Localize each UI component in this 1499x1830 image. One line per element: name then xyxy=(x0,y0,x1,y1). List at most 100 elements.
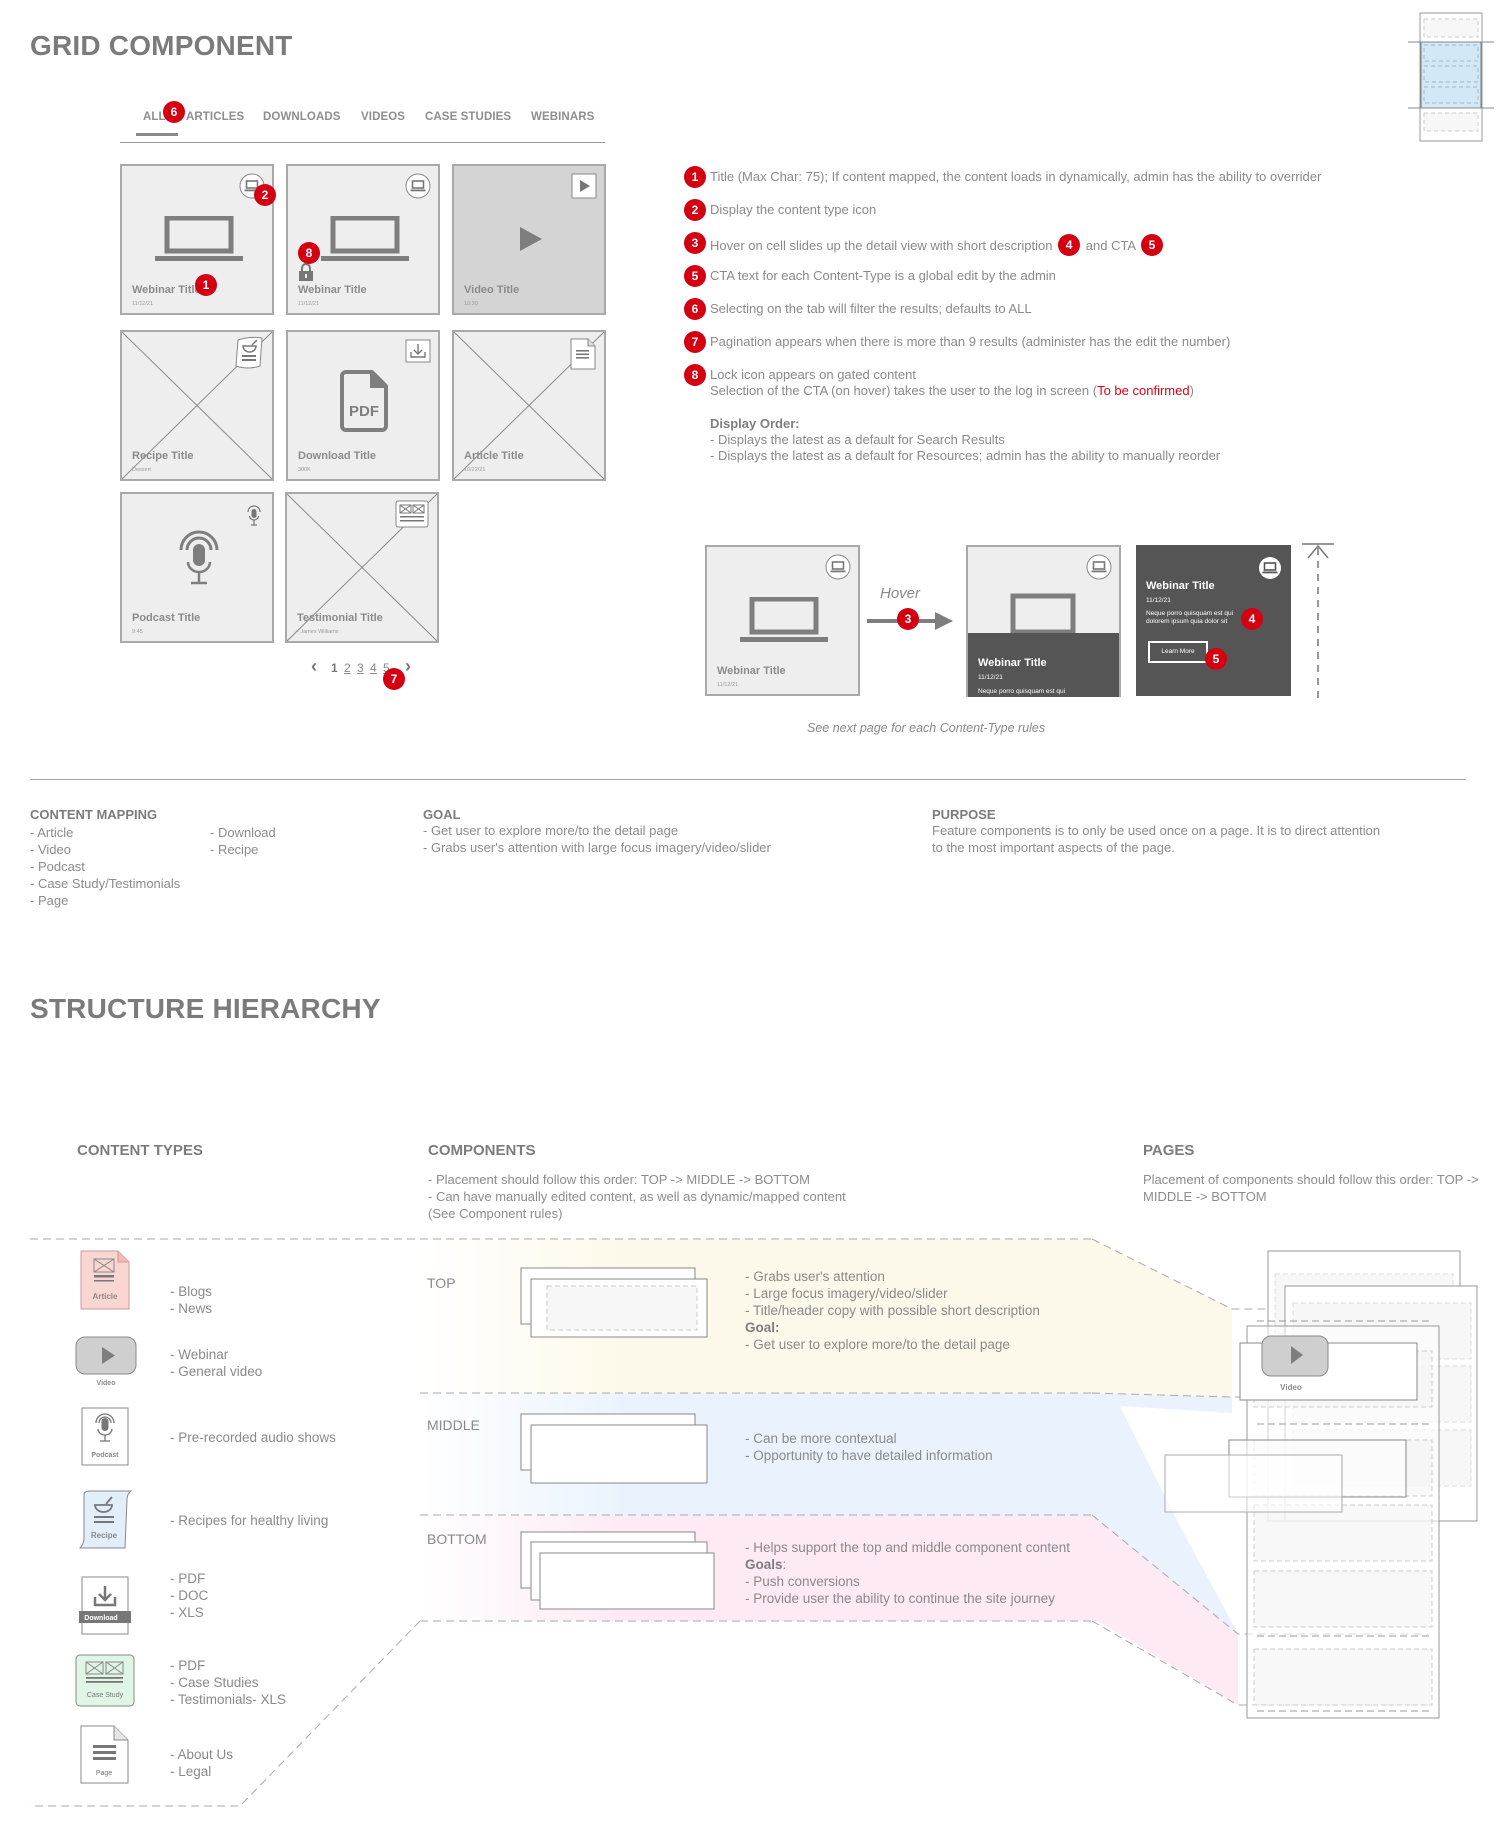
card-date: 10/22/21 xyxy=(464,467,486,473)
card-category: Dessert xyxy=(132,467,151,473)
card-date: 11/12/21 xyxy=(298,301,320,307)
list-item: - Case Studies xyxy=(170,1675,259,1690)
annotation-badge: 8 xyxy=(684,364,706,386)
note-text: Pagination appears when there is more th… xyxy=(710,334,1231,349)
page-content-type-icon: Page xyxy=(80,1725,129,1784)
annotation-badge: 2 xyxy=(254,184,276,206)
display-order-item: - Displays the latest as a default for R… xyxy=(710,448,1221,463)
previous-page-icon[interactable]: ‹ xyxy=(311,656,317,677)
grid-card-testimonial[interactable]: Testimonial Title - James Williams xyxy=(285,492,439,643)
icon-label: Case Study xyxy=(87,1692,124,1699)
list-item: - XLS xyxy=(170,1605,204,1620)
card-date: 11/12/21 xyxy=(132,301,154,307)
recipe-content-type-icon: Recipe xyxy=(78,1490,132,1549)
hover-demo-card-expanded[interactable]: Webinar Title 11/12/21 Neque porro quisq… xyxy=(1136,545,1291,696)
note-1: 1 Title (Max Char: 75); If content mappe… xyxy=(684,166,1322,188)
grid-card-recipe[interactable]: Recipe Title Dessert xyxy=(120,330,274,481)
list-item: - Testimonials- XLS xyxy=(170,1692,287,1707)
tab-videos[interactable]: VIDEOS xyxy=(361,111,405,123)
list-item: - Helps support the top and middle compo… xyxy=(745,1540,1070,1555)
list-item: - Podcast xyxy=(30,859,85,874)
case-study-description: - PDF - Case Studies - Testimonials- XLS xyxy=(170,1657,286,1708)
purpose-heading: PURPOSE xyxy=(932,807,996,822)
case-study-content-type-icon: Case Study xyxy=(75,1654,135,1707)
list-item: - Provide user the ability to continue t… xyxy=(745,1591,1055,1606)
page-3[interactable]: 3 xyxy=(357,661,364,675)
learn-more-button[interactable]: Learn More xyxy=(1148,641,1208,663)
list-item: - Get user to explore more/to the detail… xyxy=(423,823,679,838)
card-duration: 10:30 xyxy=(464,301,478,307)
icon-label: Recipe xyxy=(91,1531,118,1540)
grid-card-article[interactable]: Article Title 10/22/21 xyxy=(452,330,606,481)
note-text: Display the content type icon xyxy=(710,202,877,217)
page-1[interactable]: 1 xyxy=(331,661,338,675)
case-study-type-icon xyxy=(395,500,429,528)
page-2[interactable]: 2 xyxy=(344,661,351,675)
webinar-type-icon xyxy=(1259,557,1281,579)
tab-webinars[interactable]: WEBINARS xyxy=(531,111,594,123)
list-item: - Push conversions xyxy=(745,1574,860,1589)
article-description: - Blogs - News xyxy=(170,1283,212,1317)
grid-component-title: GRID COMPONENT xyxy=(30,30,293,61)
card-title: Article Title xyxy=(464,450,524,462)
annotation-badge: 6 xyxy=(163,101,185,123)
list-item: - Download xyxy=(210,825,276,840)
slide-up-arrow-icon xyxy=(1302,543,1334,698)
page-4[interactable]: 4 xyxy=(370,661,377,675)
page-video-label: Video xyxy=(1280,1383,1302,1392)
video-type-icon xyxy=(571,173,597,199)
annotation-badge: 2 xyxy=(684,199,706,221)
content-type-rules-caption: See next page for each Content-Type rule… xyxy=(807,721,1046,735)
list-item: - Can have manually edited content, as w… xyxy=(428,1189,846,1221)
grid-card-video[interactable]: Video Title 10:30 xyxy=(452,164,606,315)
pdf-label: PDF xyxy=(349,403,379,420)
microphone-icon xyxy=(179,530,219,585)
panel-date: 11/12/21 xyxy=(978,674,1003,681)
annotation-badge: 5 xyxy=(1205,648,1227,670)
list-item: - Title/header copy with possible short … xyxy=(745,1303,1040,1318)
note-text: ) xyxy=(1189,383,1194,398)
list-item: - Pre-recorded audio shows xyxy=(170,1430,336,1445)
grid-card-webinar-gated[interactable]: Webinar Title 11/12/21 xyxy=(286,164,440,315)
hover-demo-card-default[interactable]: Webinar Title 11/12/21 xyxy=(705,545,860,696)
note-5: 5 CTA text for each Content-Type is a gl… xyxy=(684,265,1056,287)
note-6: 6 Selecting on the tab will filter the r… xyxy=(684,298,1032,320)
play-icon xyxy=(520,227,542,251)
laptop-icon xyxy=(321,216,409,261)
list-item: - Grabs user's attention with large focu… xyxy=(423,840,771,855)
list-item: - Page xyxy=(30,893,69,908)
icon-label: Article xyxy=(93,1292,118,1301)
list-item: - Recipes for healthy living xyxy=(170,1513,329,1528)
card-duration: 9:45 xyxy=(132,629,143,635)
display-order: Display Order: - Displays the latest as … xyxy=(710,416,1220,464)
list-item: - Placement should follow this order: TO… xyxy=(428,1172,810,1187)
tab-articles[interactable]: ARTICLES xyxy=(186,111,244,123)
pdf-file-icon: PDF xyxy=(340,370,388,432)
card-title: Recipe Title xyxy=(132,450,194,462)
icon-label: Video xyxy=(97,1380,116,1387)
list-item: - Get user to explore more/to the detail… xyxy=(745,1337,1010,1352)
list-item: - PDF xyxy=(170,1658,206,1673)
annotation-badge: 7 xyxy=(684,331,706,353)
middle-component-stack xyxy=(520,1413,708,1484)
annotation-badge: 1 xyxy=(195,274,217,296)
pages-heading: PAGES xyxy=(1143,1142,1195,1159)
tier-top-label: TOP xyxy=(427,1275,456,1291)
next-page-icon[interactable]: › xyxy=(405,656,411,677)
goal-heading: Goals xyxy=(745,1557,783,1572)
grid-card-podcast[interactable]: Podcast Title 9:45 xyxy=(120,492,274,643)
tab-case-studies[interactable]: CASE STUDIES xyxy=(425,111,511,123)
grid-card-download[interactable]: PDF Download Title 300K xyxy=(286,330,440,481)
card-title: Webinar Title xyxy=(717,665,786,677)
tier-top-description: - Grabs user's attention - Large focus i… xyxy=(745,1268,1040,1353)
webinar-type-icon xyxy=(405,173,431,199)
note-text: Title (Max Char: 75); If content mapped,… xyxy=(710,169,1322,184)
lock-icon xyxy=(299,263,313,281)
tab-downloads[interactable]: DOWNLOADS xyxy=(263,111,341,123)
hover-label: Hover xyxy=(880,585,921,602)
list-item: - PDF xyxy=(170,1571,206,1586)
hover-demo-card-sliding[interactable]: Webinar Title 11/12/21 Neque porro quisq… xyxy=(966,545,1121,697)
card-file-size: 300K xyxy=(298,467,311,473)
tier-bottom-description: - Helps support the top and middle compo… xyxy=(745,1539,1070,1607)
card-title: Podcast Title xyxy=(132,612,201,624)
